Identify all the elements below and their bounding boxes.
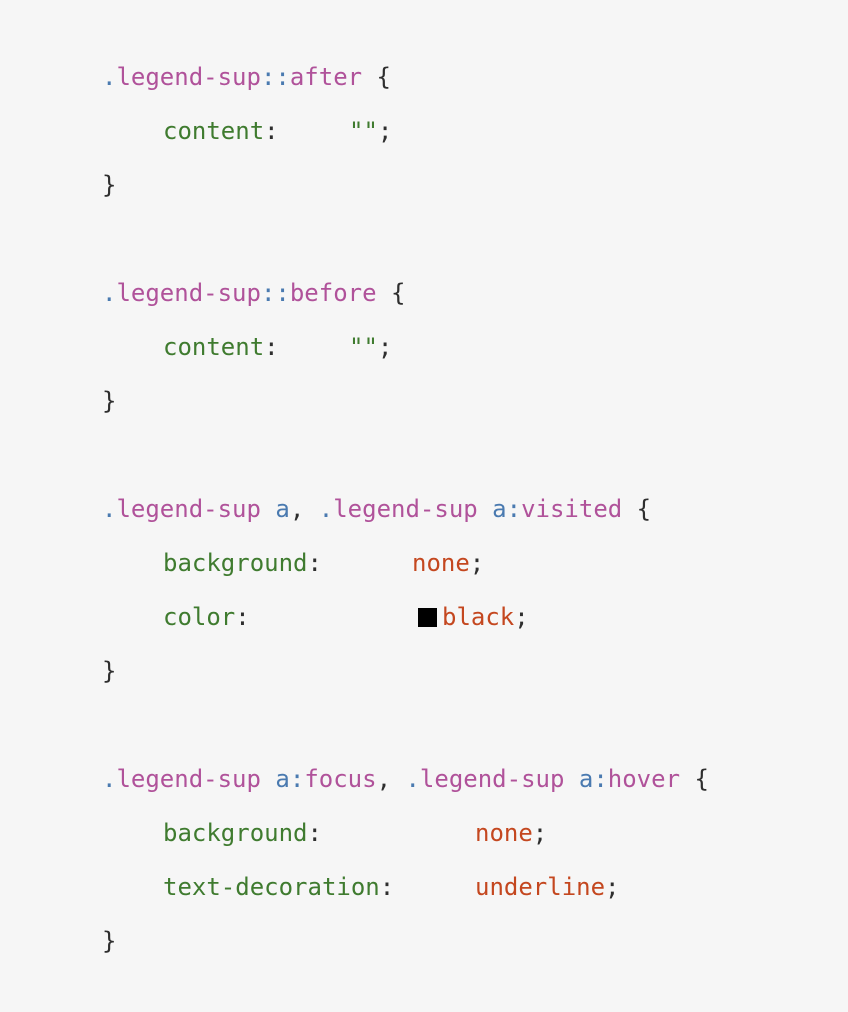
selector-element: a bbox=[477, 495, 507, 523]
rule-2-selector: .legend-sup::before { bbox=[102, 278, 405, 308]
rule-2-declaration-1: content: bbox=[163, 332, 279, 362]
selector-separator: :: bbox=[260, 279, 290, 307]
semicolon: ; bbox=[377, 117, 393, 145]
selector-class: legend-sup bbox=[116, 279, 261, 307]
rule-2-close-brace: } bbox=[102, 387, 117, 415]
property-colon: : bbox=[264, 333, 279, 361]
selector-class: legend-sup bbox=[116, 495, 261, 523]
property-name: content bbox=[163, 117, 265, 145]
property-colon: : bbox=[264, 117, 279, 145]
rule-3-declaration-1-value: none; bbox=[412, 548, 484, 578]
selector-pseudo: hover bbox=[607, 765, 681, 793]
open-brace: { bbox=[622, 495, 652, 523]
property-colon: : bbox=[307, 549, 322, 577]
property-name: background bbox=[163, 819, 308, 847]
rule-4-selector: .legend-sup a:focus, .legend-sup a:hover… bbox=[102, 764, 709, 794]
open-brace: { bbox=[362, 63, 392, 91]
rule-3-selector: .legend-sup a, .legend-sup a:visited { bbox=[102, 494, 651, 524]
selector-dot: . bbox=[102, 495, 117, 523]
semicolon: ; bbox=[514, 603, 529, 631]
rule-4-declaration-1: background: bbox=[163, 818, 322, 848]
property-colon: : bbox=[379, 873, 395, 901]
selector-dot: . bbox=[405, 765, 420, 793]
selector-class: legend-sup bbox=[116, 765, 261, 793]
selector-class: legend-sup bbox=[333, 495, 478, 523]
open-brace: { bbox=[680, 765, 709, 793]
selector-pseudo: before bbox=[289, 279, 377, 307]
selector-dot: . bbox=[102, 63, 117, 91]
selector-element: a bbox=[260, 495, 290, 523]
selector-pseudo: visited bbox=[521, 495, 623, 523]
selector-comma: , bbox=[376, 765, 406, 793]
property-value: none bbox=[412, 549, 470, 577]
semicolon: ; bbox=[532, 819, 548, 847]
rule-4-declaration-2-value: underline; bbox=[475, 872, 620, 902]
selector-colon: : bbox=[593, 765, 608, 793]
open-brace: { bbox=[376, 279, 406, 307]
semicolon: ; bbox=[469, 549, 485, 577]
selector-colon: : bbox=[289, 765, 305, 793]
selector-colon: : bbox=[506, 495, 522, 523]
property-value: "" bbox=[349, 333, 378, 361]
rule-3-declaration-2-value: black; bbox=[418, 602, 529, 632]
property-value: "" bbox=[349, 117, 378, 145]
property-name: color bbox=[163, 603, 236, 631]
semicolon: ; bbox=[377, 333, 393, 361]
property-colon: : bbox=[307, 819, 322, 847]
selector-pseudo: focus bbox=[304, 765, 377, 793]
selector-dot: . bbox=[102, 279, 117, 307]
property-name: background bbox=[163, 549, 308, 577]
rule-3-declaration-2: color: bbox=[163, 602, 250, 632]
property-value: black bbox=[442, 603, 515, 631]
selector-pseudo: after bbox=[289, 63, 363, 91]
rule-1-declaration-1-value: ""; bbox=[349, 116, 392, 146]
rule-4-declaration-2: text-decoration: bbox=[163, 872, 394, 902]
rule-2-declaration-1-value: ""; bbox=[349, 332, 392, 362]
selector-class: legend-sup bbox=[419, 765, 565, 793]
property-value: none bbox=[475, 819, 533, 847]
selector-element: a bbox=[564, 765, 594, 793]
selector-element: a bbox=[260, 765, 290, 793]
selector-comma: , bbox=[289, 495, 319, 523]
property-name: text-decoration bbox=[163, 873, 380, 901]
rule-4-close-brace: } bbox=[102, 927, 117, 955]
property-value: underline bbox=[475, 873, 606, 901]
rule-1-declaration-1: content: bbox=[163, 116, 279, 146]
property-colon: : bbox=[235, 603, 250, 631]
selector-class: legend-sup bbox=[116, 63, 261, 91]
rule-3-declaration-1: background: bbox=[163, 548, 322, 578]
css-code-block: .legend-sup::after { content: ""; } .leg… bbox=[0, 0, 848, 1012]
rule-1-selector: .legend-sup::after { bbox=[102, 62, 391, 92]
rule-3-close-brace: } bbox=[102, 657, 117, 685]
property-name: content bbox=[163, 333, 265, 361]
selector-dot: . bbox=[318, 495, 334, 523]
selector-separator: :: bbox=[260, 63, 290, 91]
semicolon: ; bbox=[605, 873, 620, 901]
rule-4-declaration-1-value: none; bbox=[475, 818, 547, 848]
rule-1-close-brace: } bbox=[102, 171, 117, 199]
color-swatch bbox=[418, 608, 437, 627]
selector-dot: . bbox=[102, 765, 117, 793]
